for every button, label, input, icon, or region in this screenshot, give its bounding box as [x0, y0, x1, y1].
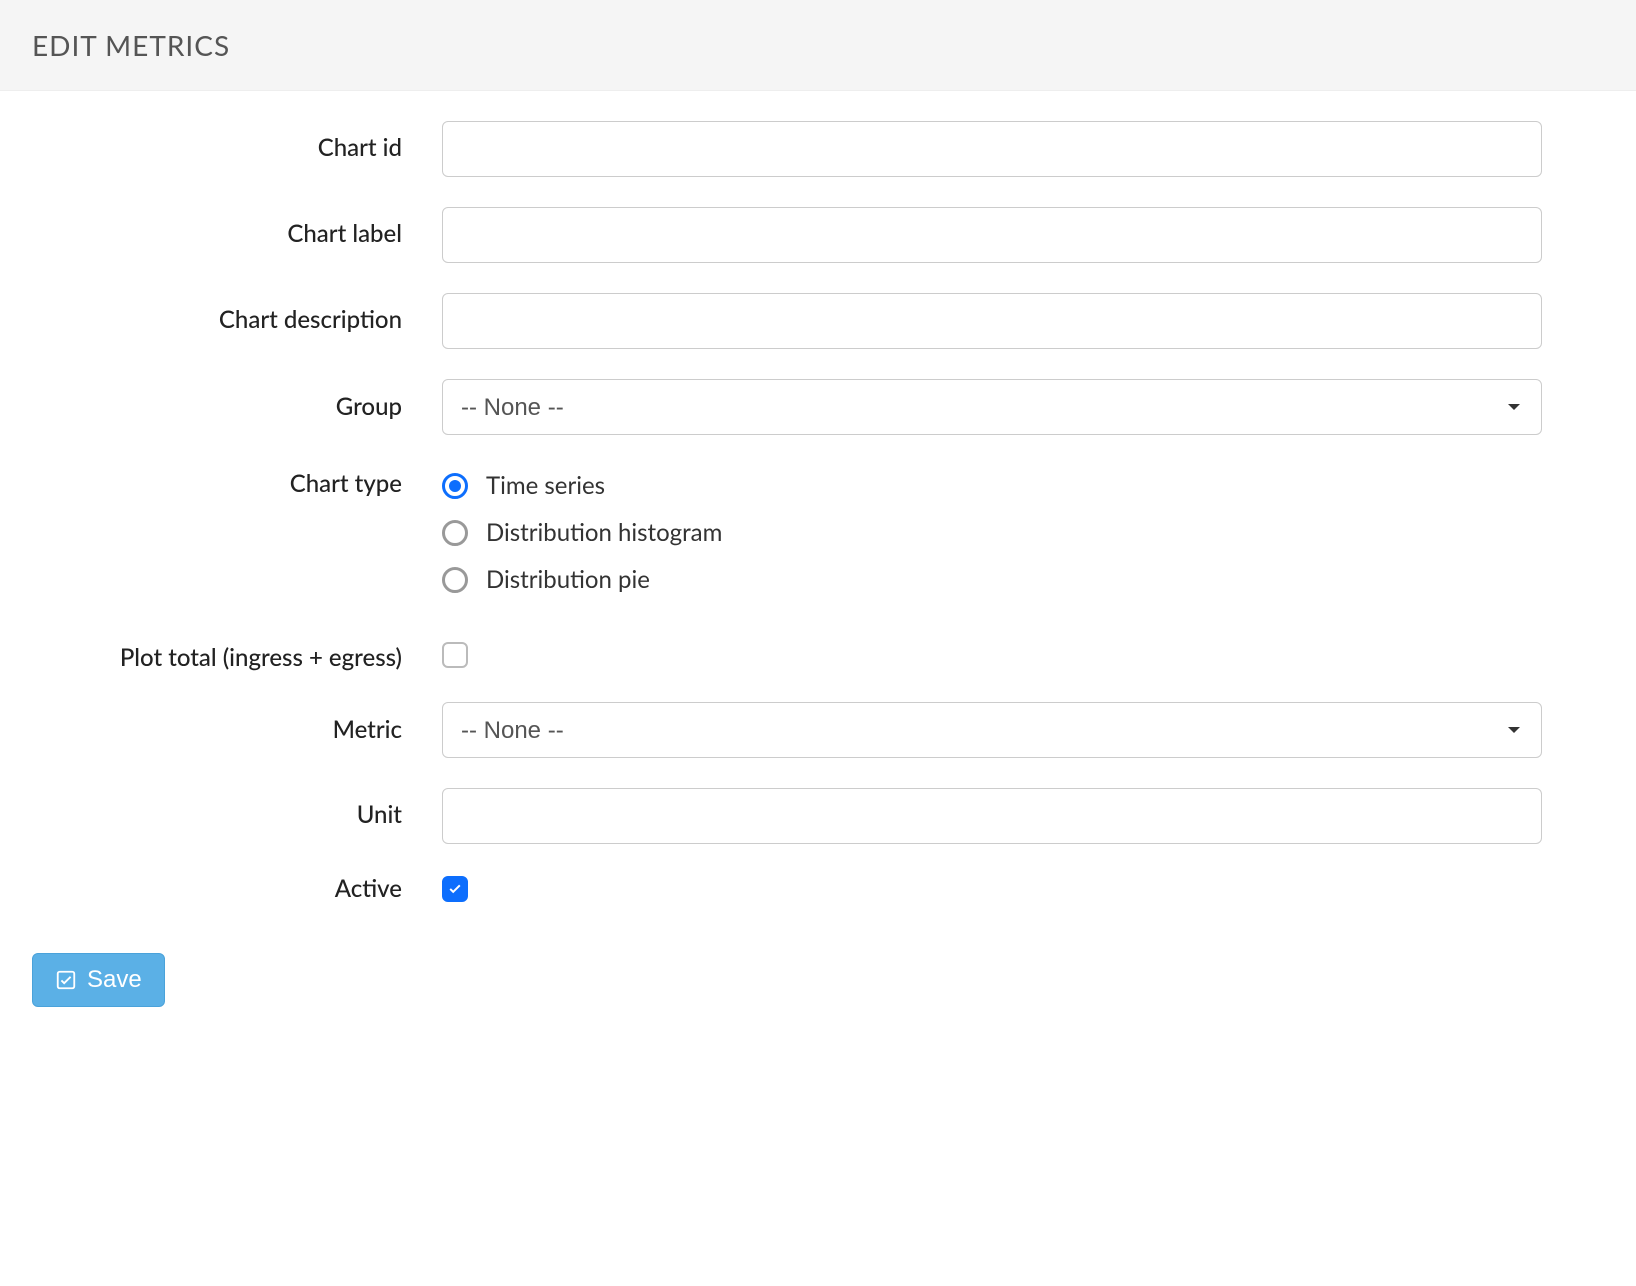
- group-select[interactable]: -- None --: [442, 379, 1542, 435]
- row-group: Group -- None --: [32, 379, 1604, 435]
- label-chart-type: Chart type: [32, 469, 442, 498]
- radio-time-series[interactable]: Time series: [442, 471, 1542, 500]
- label-chart-label: Chart label: [32, 219, 442, 248]
- row-active: Active: [32, 874, 1604, 903]
- label-unit: Unit: [32, 800, 442, 829]
- radio-icon: [442, 520, 468, 546]
- metric-select[interactable]: -- None --: [442, 702, 1542, 758]
- row-chart-id: Chart id: [32, 121, 1604, 177]
- label-plot-total: Plot total (ingress + egress): [32, 643, 442, 672]
- radio-distribution-histogram[interactable]: Distribution histogram: [442, 518, 1542, 547]
- save-check-icon: [55, 969, 77, 991]
- save-button[interactable]: Save: [32, 953, 165, 1007]
- radio-label-distribution-histogram: Distribution histogram: [486, 518, 722, 547]
- panel-footer: Save: [0, 953, 1636, 1037]
- panel-header: EDIT METRICS: [0, 0, 1636, 91]
- radio-distribution-pie[interactable]: Distribution pie: [442, 565, 1542, 594]
- check-icon: [447, 881, 463, 897]
- panel-body: Chart id Chart label Chart description G…: [0, 91, 1636, 953]
- plot-total-checkbox[interactable]: [442, 642, 468, 668]
- label-chart-description: Chart description: [32, 305, 442, 334]
- row-unit: Unit: [32, 788, 1604, 844]
- label-chart-id: Chart id: [32, 133, 442, 162]
- radio-icon: [442, 567, 468, 593]
- row-plot-total: Plot total (ingress + egress): [32, 642, 1604, 672]
- chart-label-input[interactable]: [442, 207, 1542, 263]
- chart-description-input[interactable]: [442, 293, 1542, 349]
- row-chart-label: Chart label: [32, 207, 1604, 263]
- save-button-label: Save: [87, 966, 142, 994]
- page-title: EDIT METRICS: [32, 28, 1604, 62]
- row-metric: Metric -- None --: [32, 702, 1604, 758]
- active-checkbox[interactable]: [442, 876, 468, 902]
- edit-metrics-panel: EDIT METRICS Chart id Chart label Chart …: [0, 0, 1636, 1037]
- chart-id-input[interactable]: [442, 121, 1542, 177]
- radio-label-distribution-pie: Distribution pie: [486, 565, 650, 594]
- label-metric: Metric: [32, 715, 442, 744]
- label-group: Group: [32, 392, 442, 421]
- label-active: Active: [32, 874, 442, 903]
- unit-input[interactable]: [442, 788, 1542, 844]
- row-chart-type: Chart type Time series Distribution hist…: [32, 465, 1604, 612]
- row-chart-description: Chart description: [32, 293, 1604, 349]
- radio-icon: [442, 473, 468, 499]
- radio-label-time-series: Time series: [486, 471, 605, 500]
